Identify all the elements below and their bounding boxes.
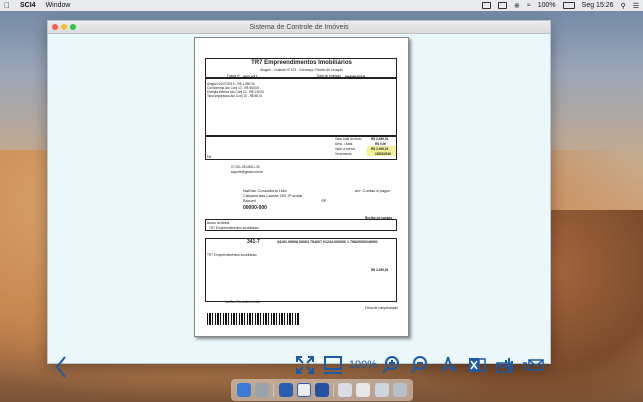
menu-list-icon[interactable]: ☰ — [633, 2, 639, 10]
zoom-out-button[interactable] — [408, 355, 430, 375]
document-viewer: TR7 Empreendimentos Imobiliários Aluguel… — [48, 34, 550, 378]
vlr-total: R$ 2.499,01 — [371, 136, 389, 141]
sacado-footer: NatSan Consultoria Ltda — [225, 300, 260, 304]
item-line: Taxa segurança Ato Conj 10 - R$ 80,01 — [207, 94, 263, 98]
menu-app-name[interactable]: SCI4 — [20, 2, 36, 9]
finder-icon[interactable] — [237, 383, 252, 397]
bluetooth-icon[interactable]: ※ — [514, 2, 520, 10]
menubar:  SCI4 Window ※ ≈ 100% Seg 15:26 ⚲ ☰ — [0, 0, 643, 11]
monitor-icon — [324, 356, 342, 374]
fit-width-button[interactable] — [322, 355, 344, 375]
valor-documento: R$ 2.499,01 — [371, 268, 389, 272]
menu-window[interactable]: Window — [46, 2, 71, 9]
nf-label: Nf — [207, 154, 211, 159]
cep: 00000-000 — [243, 205, 267, 211]
expand-icon — [296, 356, 314, 374]
linha-digitavel: 34191.09008 00063.794007 01234.060006 1 … — [277, 240, 378, 244]
display-icon[interactable] — [498, 2, 508, 9]
aos-cuidados: a/c: Contas a pagar — [355, 188, 390, 193]
export-excel-button[interactable] — [466, 355, 488, 375]
cedente-top: TR7 Empreendimentos Imobiliários — [209, 226, 259, 230]
dock-divider — [273, 383, 275, 397]
zoom-button[interactable] — [70, 24, 76, 30]
launchpad-icon[interactable] — [255, 383, 270, 397]
apple-icon[interactable]:  — [4, 1, 12, 10]
email: suporte@gmail.com.br — [231, 170, 264, 174]
export-pdf-button[interactable] — [438, 355, 460, 375]
barcode — [207, 313, 299, 325]
close-button[interactable] — [52, 24, 58, 30]
ficha-compensacao: Ficha de compensação — [365, 306, 398, 310]
vencimento-label: Vencimento — [335, 152, 352, 156]
sci4-icon[interactable] — [296, 383, 311, 397]
remote-icon[interactable] — [278, 383, 293, 397]
back-button[interactable] — [54, 355, 68, 379]
sacado-uf: SP — [321, 198, 327, 203]
company-name: TR7 Empreendimentos Imobiliários — [251, 60, 352, 66]
window-titlebar[interactable]: Sistema de Controle de Imóveis — [48, 21, 550, 34]
downloads-icon[interactable] — [374, 383, 389, 397]
invoice-page[interactable]: TR7 Empreendimentos Imobiliários Aluguel… — [194, 37, 409, 337]
trash-icon[interactable] — [392, 383, 407, 397]
wifi-icon[interactable]: ≈ — [527, 2, 531, 9]
zoom-out-icon — [410, 356, 427, 374]
mail-bars-icon — [496, 358, 513, 373]
chevron-left-icon — [55, 356, 66, 378]
document-thumb-icon[interactable] — [356, 383, 371, 397]
email-settings-button[interactable] — [494, 355, 516, 375]
vlr-total-label: Valor total do título — [335, 137, 362, 141]
cedente: TR7 Empreendimentos Imobiliários — [207, 253, 257, 257]
boleto-main — [205, 238, 397, 302]
dock-divider — [333, 383, 335, 397]
battery-percent: 100% — [537, 2, 556, 9]
home-app-icon[interactable] — [314, 383, 329, 397]
pdf-icon — [441, 356, 457, 373]
minimize-button[interactable] — [61, 24, 67, 30]
cnpj: 07.261.291/0001-26 — [231, 165, 260, 169]
zoom-in-button[interactable] — [380, 355, 402, 375]
search-icon[interactable]: ⚲ — [621, 2, 626, 10]
send-email-button[interactable] — [522, 355, 544, 375]
battery-icon[interactable] — [562, 2, 575, 9]
window-title: Sistema de Controle de Imóveis — [249, 24, 349, 31]
banco-name: Banco do Brasil — [207, 221, 230, 225]
fit-page-button[interactable] — [294, 355, 316, 375]
status-app-icon[interactable] — [482, 2, 492, 9]
sacado-bairro: Barueri — [243, 198, 256, 203]
clock[interactable]: Seg 15:26 — [582, 2, 614, 9]
zoom-level[interactable]: 100% — [348, 355, 378, 375]
codigo-banco: 341-7 — [247, 239, 260, 245]
excel-icon — [469, 358, 486, 372]
app-window: Sistema de Controle de Imóveis TR7 Empre… — [47, 20, 551, 378]
desconto-value: R$ 0,00 — [375, 141, 387, 146]
send-mail-icon — [523, 359, 544, 371]
desconto-label: Desc. / Abat. — [335, 142, 354, 146]
zoom-in-icon — [382, 356, 399, 374]
vlr-cobrar-label: Valor a cobrar — [335, 147, 355, 151]
vlr-cobrar: R$ 2.499,01 — [371, 146, 389, 151]
window-thumb-icon[interactable] — [338, 383, 353, 397]
dock — [231, 379, 413, 401]
doc-subtitle: Aluguel - Controle Nº 123 - Cobrança / R… — [260, 68, 343, 72]
vencimento-value: 15/08/2019 — [375, 151, 391, 156]
